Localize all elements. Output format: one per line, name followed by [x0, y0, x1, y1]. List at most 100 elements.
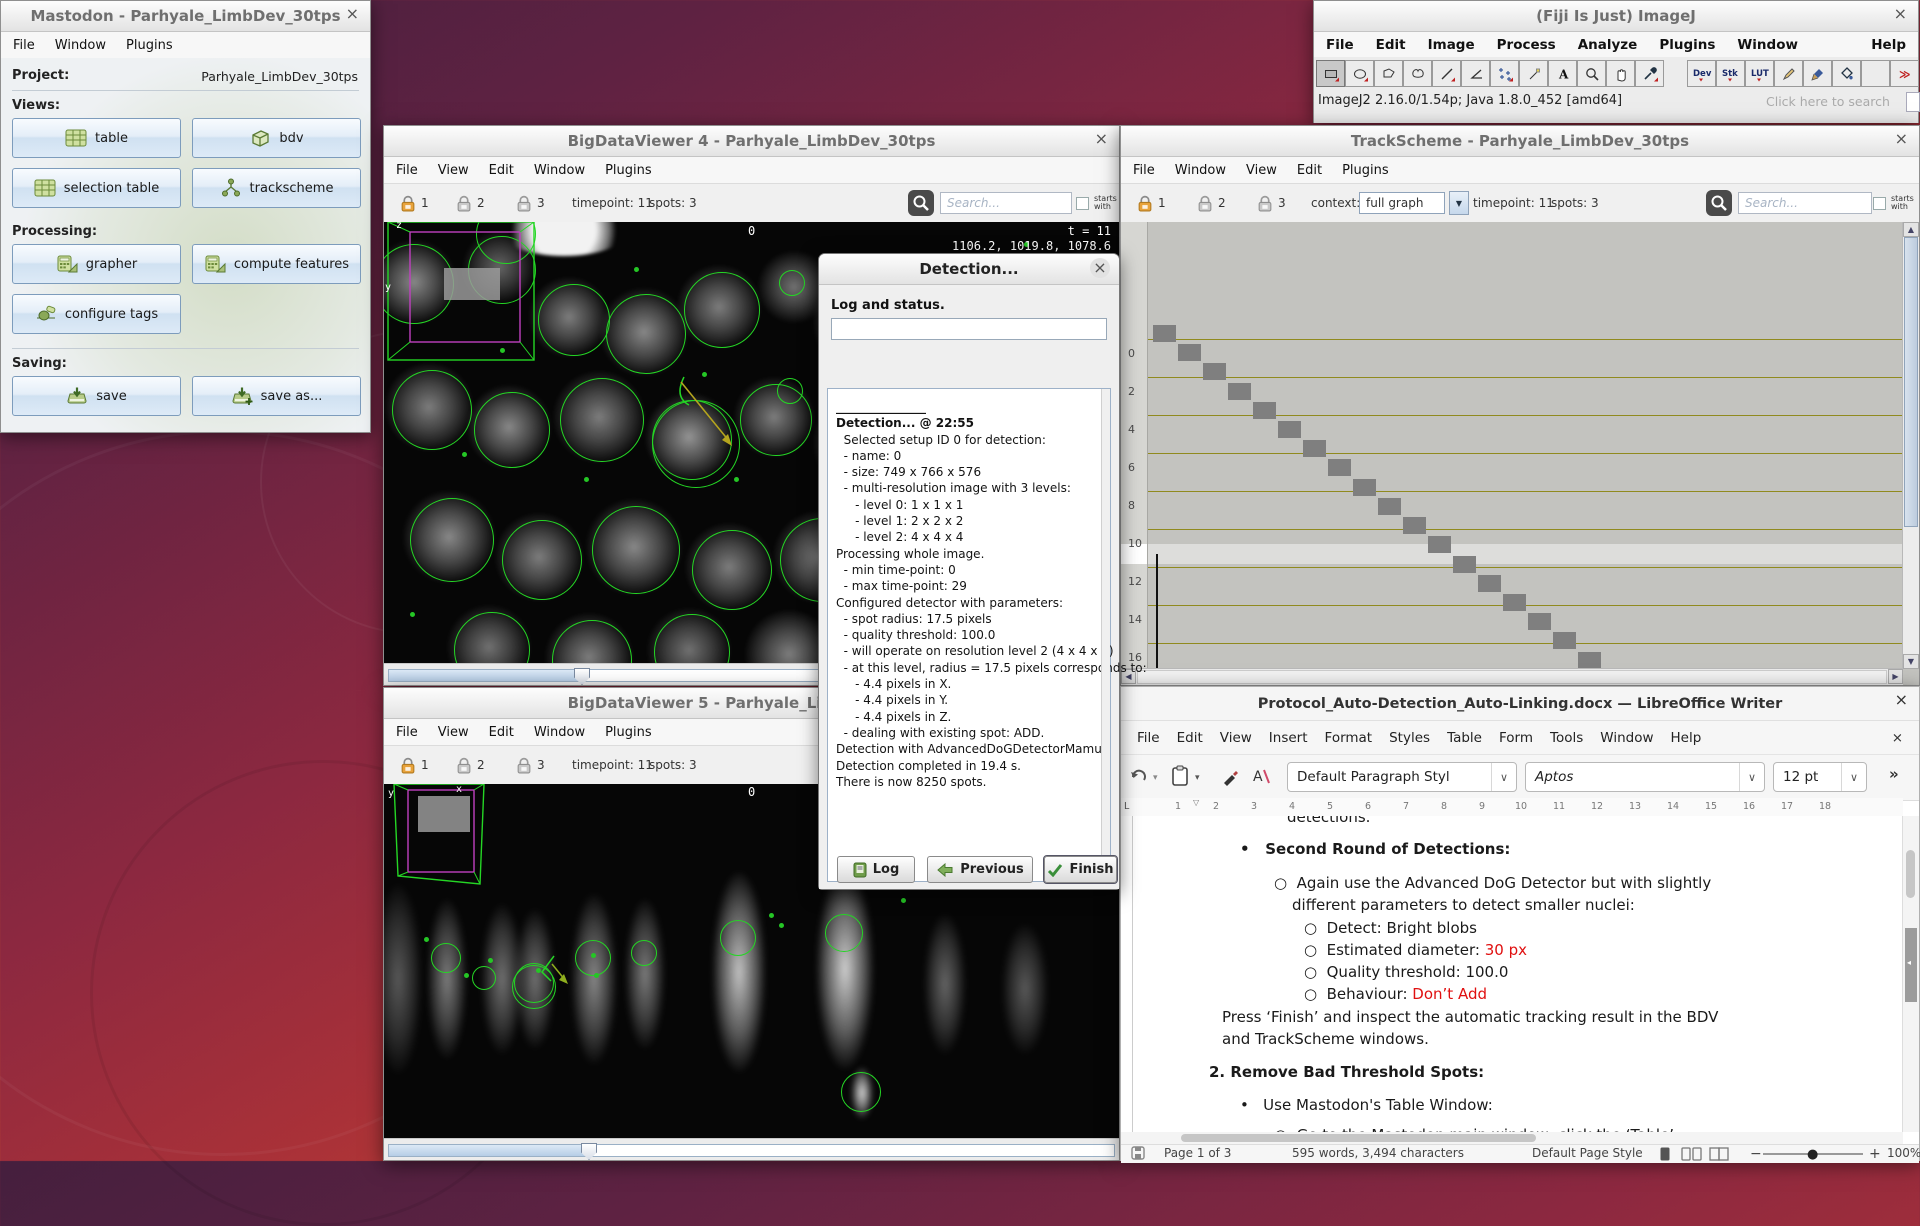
lock-button[interactable]: 1 [400, 746, 429, 784]
stk-menu-icon[interactable]: Stk [1716, 60, 1745, 87]
menu-item[interactable]: View [1246, 163, 1277, 178]
menu-item[interactable]: Styles [1389, 730, 1430, 746]
vertical-scrollbar[interactable]: ◂ [1902, 816, 1919, 1132]
bdv-button[interactable]: bdv [192, 118, 361, 158]
spot-circle[interactable] [631, 940, 657, 966]
ruler[interactable]: L 123456789101112131415161718 ▽ [1121, 798, 1903, 817]
lock-button[interactable]: 2 [456, 746, 485, 784]
trackscheme-spot[interactable] [1228, 383, 1251, 400]
spot-circle[interactable] [777, 378, 803, 404]
grapher-button[interactable]: grapher [12, 244, 181, 284]
trackscheme-spot[interactable] [1478, 575, 1501, 592]
trackscheme-spot[interactable] [1253, 402, 1276, 419]
trackscheme-spot[interactable] [1278, 421, 1301, 438]
save-status-icon[interactable] [1131, 1146, 1145, 1160]
horizontal-scrollbar[interactable]: ◀ ▶ [1121, 668, 1903, 685]
selection-table-button[interactable]: selection table [12, 168, 181, 208]
mastodon-titlebar[interactable]: Mastodon - Parhyale_LimbDev_30tps × [1, 1, 370, 32]
menu-item[interactable]: Plugins [1659, 37, 1715, 53]
menu-item[interactable]: File [13, 38, 35, 53]
menu-item[interactable]: File [396, 725, 418, 740]
search-input[interactable]: Search... [940, 192, 1072, 214]
spot-circle[interactable] [652, 400, 740, 488]
freehand-tool-icon[interactable] [1403, 60, 1432, 87]
spot-circle[interactable] [841, 1072, 881, 1112]
checkbox[interactable] [1873, 197, 1886, 210]
table-button[interactable]: table [12, 118, 181, 158]
trackscheme-button[interactable]: trackscheme [192, 168, 361, 208]
lock-button[interactable]: 1 [400, 184, 429, 222]
slider-thumb[interactable] [574, 668, 590, 685]
spot-circle[interactable] [431, 943, 461, 973]
spot-dot[interactable] [702, 372, 707, 377]
paste-dropdown-icon[interactable]: ▾ [1195, 773, 1200, 783]
search-button[interactable] [908, 184, 934, 222]
search-button[interactable] [1706, 184, 1732, 222]
imagej-search-input[interactable]: Click here to search [1766, 94, 1890, 109]
slider-thumb[interactable] [581, 1143, 597, 1160]
hand-tool-icon[interactable] [1606, 60, 1635, 87]
trackscheme-spot[interactable] [1528, 613, 1551, 630]
text-tool-icon[interactable]: A [1548, 60, 1577, 87]
trackscheme-spot[interactable] [1503, 594, 1526, 611]
spot-circle[interactable] [684, 272, 760, 348]
menu-item[interactable]: Window [55, 38, 106, 53]
menu-item[interactable]: Edit [1177, 730, 1203, 746]
menu-item[interactable]: Table [1447, 730, 1482, 746]
lock-button[interactable]: 2 [1197, 184, 1226, 222]
menu-item[interactable]: Analyze [1578, 37, 1638, 53]
more-tools-icon[interactable]: ≫ [1890, 60, 1919, 87]
spot-dot[interactable] [410, 612, 415, 617]
zoom-in-button[interactable]: + [1869, 1146, 1881, 1162]
close-document-icon[interactable]: × [1892, 730, 1903, 746]
horizontal-scrollbar[interactable] [1121, 1132, 1903, 1144]
menu-item[interactable]: Window [1175, 163, 1226, 178]
lut-menu-icon[interactable]: LUT [1745, 60, 1774, 87]
dev-menu-icon[interactable]: Dev [1687, 60, 1716, 87]
undo-icon[interactable] [1129, 767, 1149, 785]
starts-with-toggle[interactable]: startswith [1873, 184, 1914, 222]
clone-formatting-icon[interactable] [1221, 766, 1241, 786]
spot-dot[interactable] [424, 937, 429, 942]
menu-item[interactable]: Form [1499, 730, 1533, 746]
menu-item[interactable]: Window [534, 725, 585, 740]
bdv5-time-slider[interactable] [384, 1138, 1119, 1160]
lock-button[interactable]: 2 [456, 184, 485, 222]
menu-item[interactable]: Plugins [126, 38, 173, 53]
starts-with-toggle[interactable]: startswith [1076, 184, 1117, 222]
trackscheme-spot[interactable] [1303, 440, 1326, 457]
spot-dot[interactable] [734, 477, 739, 482]
menu-item[interactable]: Plugins [605, 163, 652, 178]
menu-item[interactable]: Window [1600, 730, 1653, 746]
menu-item[interactable]: Edit [489, 163, 514, 178]
spot-circle[interactable] [575, 940, 611, 976]
save-as-button[interactable]: save as... [192, 376, 361, 416]
bdv4-titlebar[interactable]: BigDataViewer 4 - Parhyale_LimbDev_30tps… [384, 126, 1119, 157]
font-name-select[interactable]: Aptos∨ [1525, 762, 1765, 792]
fill-tool-icon[interactable] [1832, 60, 1861, 87]
menu-item[interactable]: File [396, 163, 418, 178]
trackscheme-spot[interactable] [1203, 363, 1226, 380]
menu-item[interactable]: File [1326, 37, 1354, 53]
spot-circle[interactable] [779, 270, 805, 296]
spot-dot[interactable] [464, 973, 469, 978]
spot-circle[interactable] [512, 965, 556, 1009]
trackscheme-spot[interactable] [1453, 556, 1476, 573]
menu-item[interactable]: Tools [1550, 730, 1583, 746]
document-page[interactable]: detections. • Second Round of Detections… [1121, 816, 1903, 1132]
previous-button[interactable]: Previous [927, 856, 1033, 883]
spot-circle[interactable] [474, 392, 550, 468]
lock-button[interactable]: 1 [1137, 184, 1166, 222]
menu-item[interactable]: View [1220, 730, 1252, 746]
compute-features-button[interactable]: compute features [192, 244, 361, 284]
menu-item[interactable]: File [1133, 163, 1155, 178]
menu-item[interactable]: Plugins [605, 725, 652, 740]
close-icon[interactable]: × [1895, 692, 1908, 708]
paste-icon[interactable] [1171, 765, 1190, 787]
log-button[interactable]: Log [837, 856, 915, 883]
menu-item[interactable]: Window [534, 163, 585, 178]
menu-item[interactable]: View [438, 163, 469, 178]
vertical-scrollbar[interactable]: ▲ ▼ [1902, 222, 1919, 669]
log-scrollbar[interactable] [1101, 389, 1110, 881]
indent-marker[interactable]: ▽ [1193, 798, 1199, 807]
